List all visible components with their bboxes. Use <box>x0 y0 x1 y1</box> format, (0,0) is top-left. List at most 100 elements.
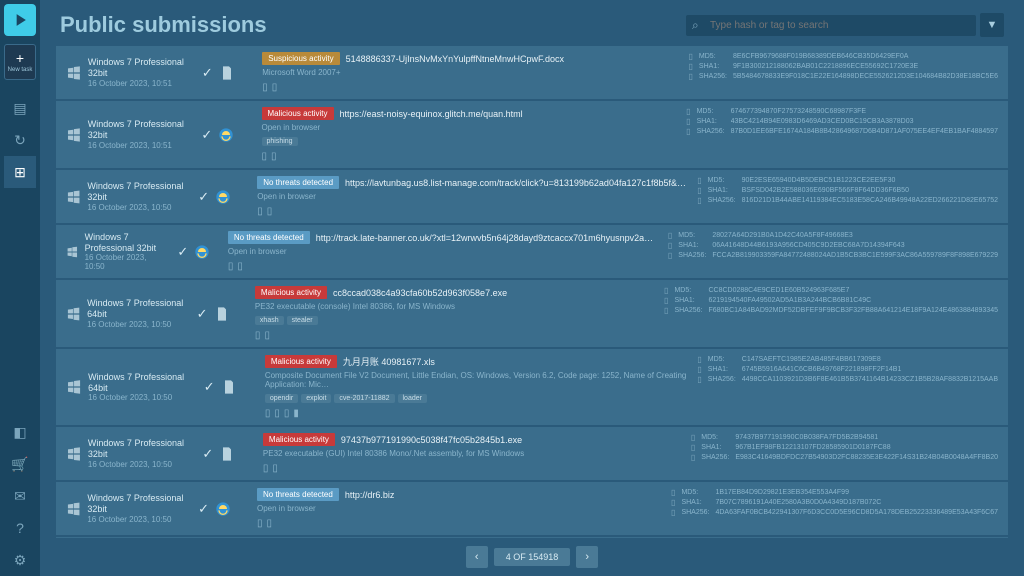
submission-row[interactable]: Windows 7 Professional 32bit 16 October … <box>56 101 1008 168</box>
pager-next-button[interactable]: › <box>576 546 598 568</box>
submit-date: 16 October 2023, 10:50 <box>88 393 194 402</box>
search-input[interactable] <box>686 15 976 36</box>
main: Public submissions ▼ Windows 7 Professio… <box>40 0 1024 576</box>
sample-name[interactable]: cc8ccad038c4a93cfa60b52d963f058e7.exe <box>333 288 507 298</box>
hash-label: SHA1: <box>674 296 702 306</box>
submission-row[interactable]: Windows 7 Professional 32bit 16 October … <box>56 427 1008 480</box>
nav-cart-icon[interactable]: 🛒 <box>4 448 36 480</box>
copy-icon[interactable]: ▯ <box>689 72 693 81</box>
hash-value: 674677394870F27573248590C68987F3FE <box>731 107 998 117</box>
submission-row[interactable]: Windows 7 Professional 32bit 16 October … <box>56 225 1008 278</box>
os-name: Windows 7 Professional 64bit <box>87 298 186 320</box>
activity-badge: Malicious activity <box>262 107 334 120</box>
submission-row[interactable]: Windows 7 Professional 32bit 16 October … <box>56 46 1008 99</box>
logo[interactable] <box>4 4 36 36</box>
sample-name[interactable]: http://dr6.biz <box>345 490 395 500</box>
copy-icon[interactable]: ▯ <box>664 286 668 295</box>
copy-icon[interactable]: ▯ <box>689 52 693 61</box>
activity-badge: No threats detected <box>257 176 339 189</box>
tag[interactable]: exploit <box>301 394 331 403</box>
copy-icon[interactable]: ▯ <box>668 251 672 260</box>
copy-icon[interactable]: ▯ <box>689 62 693 71</box>
copy-icon[interactable]: ▯ <box>671 498 675 507</box>
hash-label: MD5: <box>697 107 725 117</box>
tag[interactable]: loader <box>398 394 427 403</box>
sample-subtitle: Open in browser <box>257 504 661 513</box>
hash-value: 6745B5916A641C6CB6B49768F221898FF2F14B1 <box>742 365 998 375</box>
nav-history-icon[interactable]: ↻ <box>4 124 36 156</box>
indicator-icon: ▯ <box>263 463 269 474</box>
tag[interactable]: opendir <box>265 394 298 403</box>
hash-label: SHA256: <box>708 375 736 385</box>
submission-row[interactable]: Windows 7 Professional 32bit 16 October … <box>56 482 1008 535</box>
copy-icon[interactable]: ▯ <box>668 241 672 250</box>
nav-user-icon[interactable]: ◧ <box>4 416 36 448</box>
hash-label: SHA256: <box>699 72 727 82</box>
copy-icon[interactable]: ▯ <box>686 107 690 116</box>
new-task-button[interactable]: + New task <box>4 44 36 80</box>
copy-icon[interactable]: ▯ <box>691 443 695 452</box>
indicator-icon: ▯ <box>262 151 268 162</box>
nav-mail-icon[interactable]: ✉ <box>4 480 36 512</box>
hash-label: SHA1: <box>699 62 727 72</box>
copy-icon[interactable]: ▯ <box>697 355 701 364</box>
hash-label: SHA1: <box>701 443 729 453</box>
submission-row[interactable]: Windows 7 Professional 32bit 16 October … <box>56 170 1008 223</box>
check-icon: ✓ <box>197 306 208 322</box>
hash-label: MD5: <box>674 286 702 296</box>
sample-name[interactable]: 九月月账 40981677.xls <box>343 355 435 368</box>
sample-subtitle: Open in browser <box>228 247 658 256</box>
tag[interactable]: stealer <box>287 316 318 325</box>
os-name: Windows 7 Professional 32bit <box>87 181 188 203</box>
copy-icon[interactable]: ▯ <box>697 365 701 374</box>
check-icon: ✓ <box>177 244 188 260</box>
sample-subtitle: Open in browser <box>262 123 677 132</box>
activity-badge: Suspicious activity <box>262 52 339 65</box>
hash-value: BSFSD042B2E588036E690BF566F8F64DD36F6B50 <box>742 186 998 196</box>
hash-value: CC8CD0288C4E9CED1E60B524963F685E7 <box>708 286 998 296</box>
sample-name[interactable]: 97437b977191990c5038f47fc05b2845b1.exe <box>341 435 522 445</box>
filter-button[interactable]: ▼ <box>980 13 1004 37</box>
submission-row[interactable]: Windows 7 Professional 64bit 16 October … <box>56 280 1008 347</box>
submission-row[interactable]: Windows 7 Professional 64bit 16 October … <box>56 349 1008 425</box>
nav-dashboard-icon[interactable]: ▤ <box>4 92 36 124</box>
hash-value: 87B0D1EE6BFE1674A184B8B428649687D6B4D871… <box>731 127 998 137</box>
sample-name[interactable]: https://lavtunbag.us8.list-manage.com/tr… <box>345 178 687 188</box>
hash-value: 7B07C7896191A40E2580A3B0D0A4349D187B072C <box>715 498 998 508</box>
nav-submissions-icon[interactable]: ⊞ <box>4 156 36 188</box>
indicator-icon: ▯ <box>272 82 278 93</box>
copy-icon[interactable]: ▯ <box>671 488 675 497</box>
activity-badge: Malicious activity <box>255 286 327 299</box>
copy-icon[interactable]: ▯ <box>691 453 695 462</box>
hash-label: SHA256: <box>674 306 702 316</box>
indicator-icon: ▯ <box>228 261 234 272</box>
sample-name[interactable]: 5148886337-UjInsNvMxYnYulpffNtneMnwHCpwF… <box>346 54 564 64</box>
copy-icon[interactable]: ▯ <box>697 176 701 185</box>
copy-icon[interactable]: ▯ <box>664 306 668 315</box>
hash-label: MD5: <box>708 176 736 186</box>
sidebar: + New task ▤ ↻ ⊞ ◧ 🛒 ✉ ? ⚙ <box>0 0 40 576</box>
tag[interactable]: xhash <box>255 316 284 325</box>
copy-icon[interactable]: ▯ <box>686 117 690 126</box>
submit-date: 16 October 2023, 10:50 <box>88 460 192 469</box>
copy-icon[interactable]: ▯ <box>697 196 701 205</box>
copy-icon[interactable]: ▯ <box>671 508 675 517</box>
copy-icon[interactable]: ▯ <box>664 296 668 305</box>
nav-help-icon[interactable]: ? <box>4 512 36 544</box>
copy-icon[interactable]: ▯ <box>697 186 701 195</box>
hash-label: MD5: <box>701 433 729 443</box>
nav-settings-icon[interactable]: ⚙ <box>4 544 36 576</box>
page-title: Public submissions <box>60 12 686 38</box>
sample-name[interactable]: https://east-noisy-equinox.glitch.me/qua… <box>340 109 523 119</box>
pager-prev-button[interactable]: ‹ <box>466 546 488 568</box>
copy-icon[interactable]: ▯ <box>697 375 701 384</box>
indicator-icon: ▯ <box>264 330 270 341</box>
copy-icon[interactable]: ▯ <box>691 433 695 442</box>
tag[interactable]: phishing <box>262 137 298 146</box>
hash-label: SHA256: <box>708 196 736 206</box>
copy-icon[interactable]: ▯ <box>686 127 690 136</box>
sample-name[interactable]: http://track.late-banner.co.uk/?xtl=12wr… <box>316 233 658 243</box>
copy-icon[interactable]: ▯ <box>668 231 672 240</box>
tag[interactable]: cve-2017-11882 <box>334 394 394 403</box>
pager: ‹ 4 OF 154918 › <box>40 538 1024 576</box>
